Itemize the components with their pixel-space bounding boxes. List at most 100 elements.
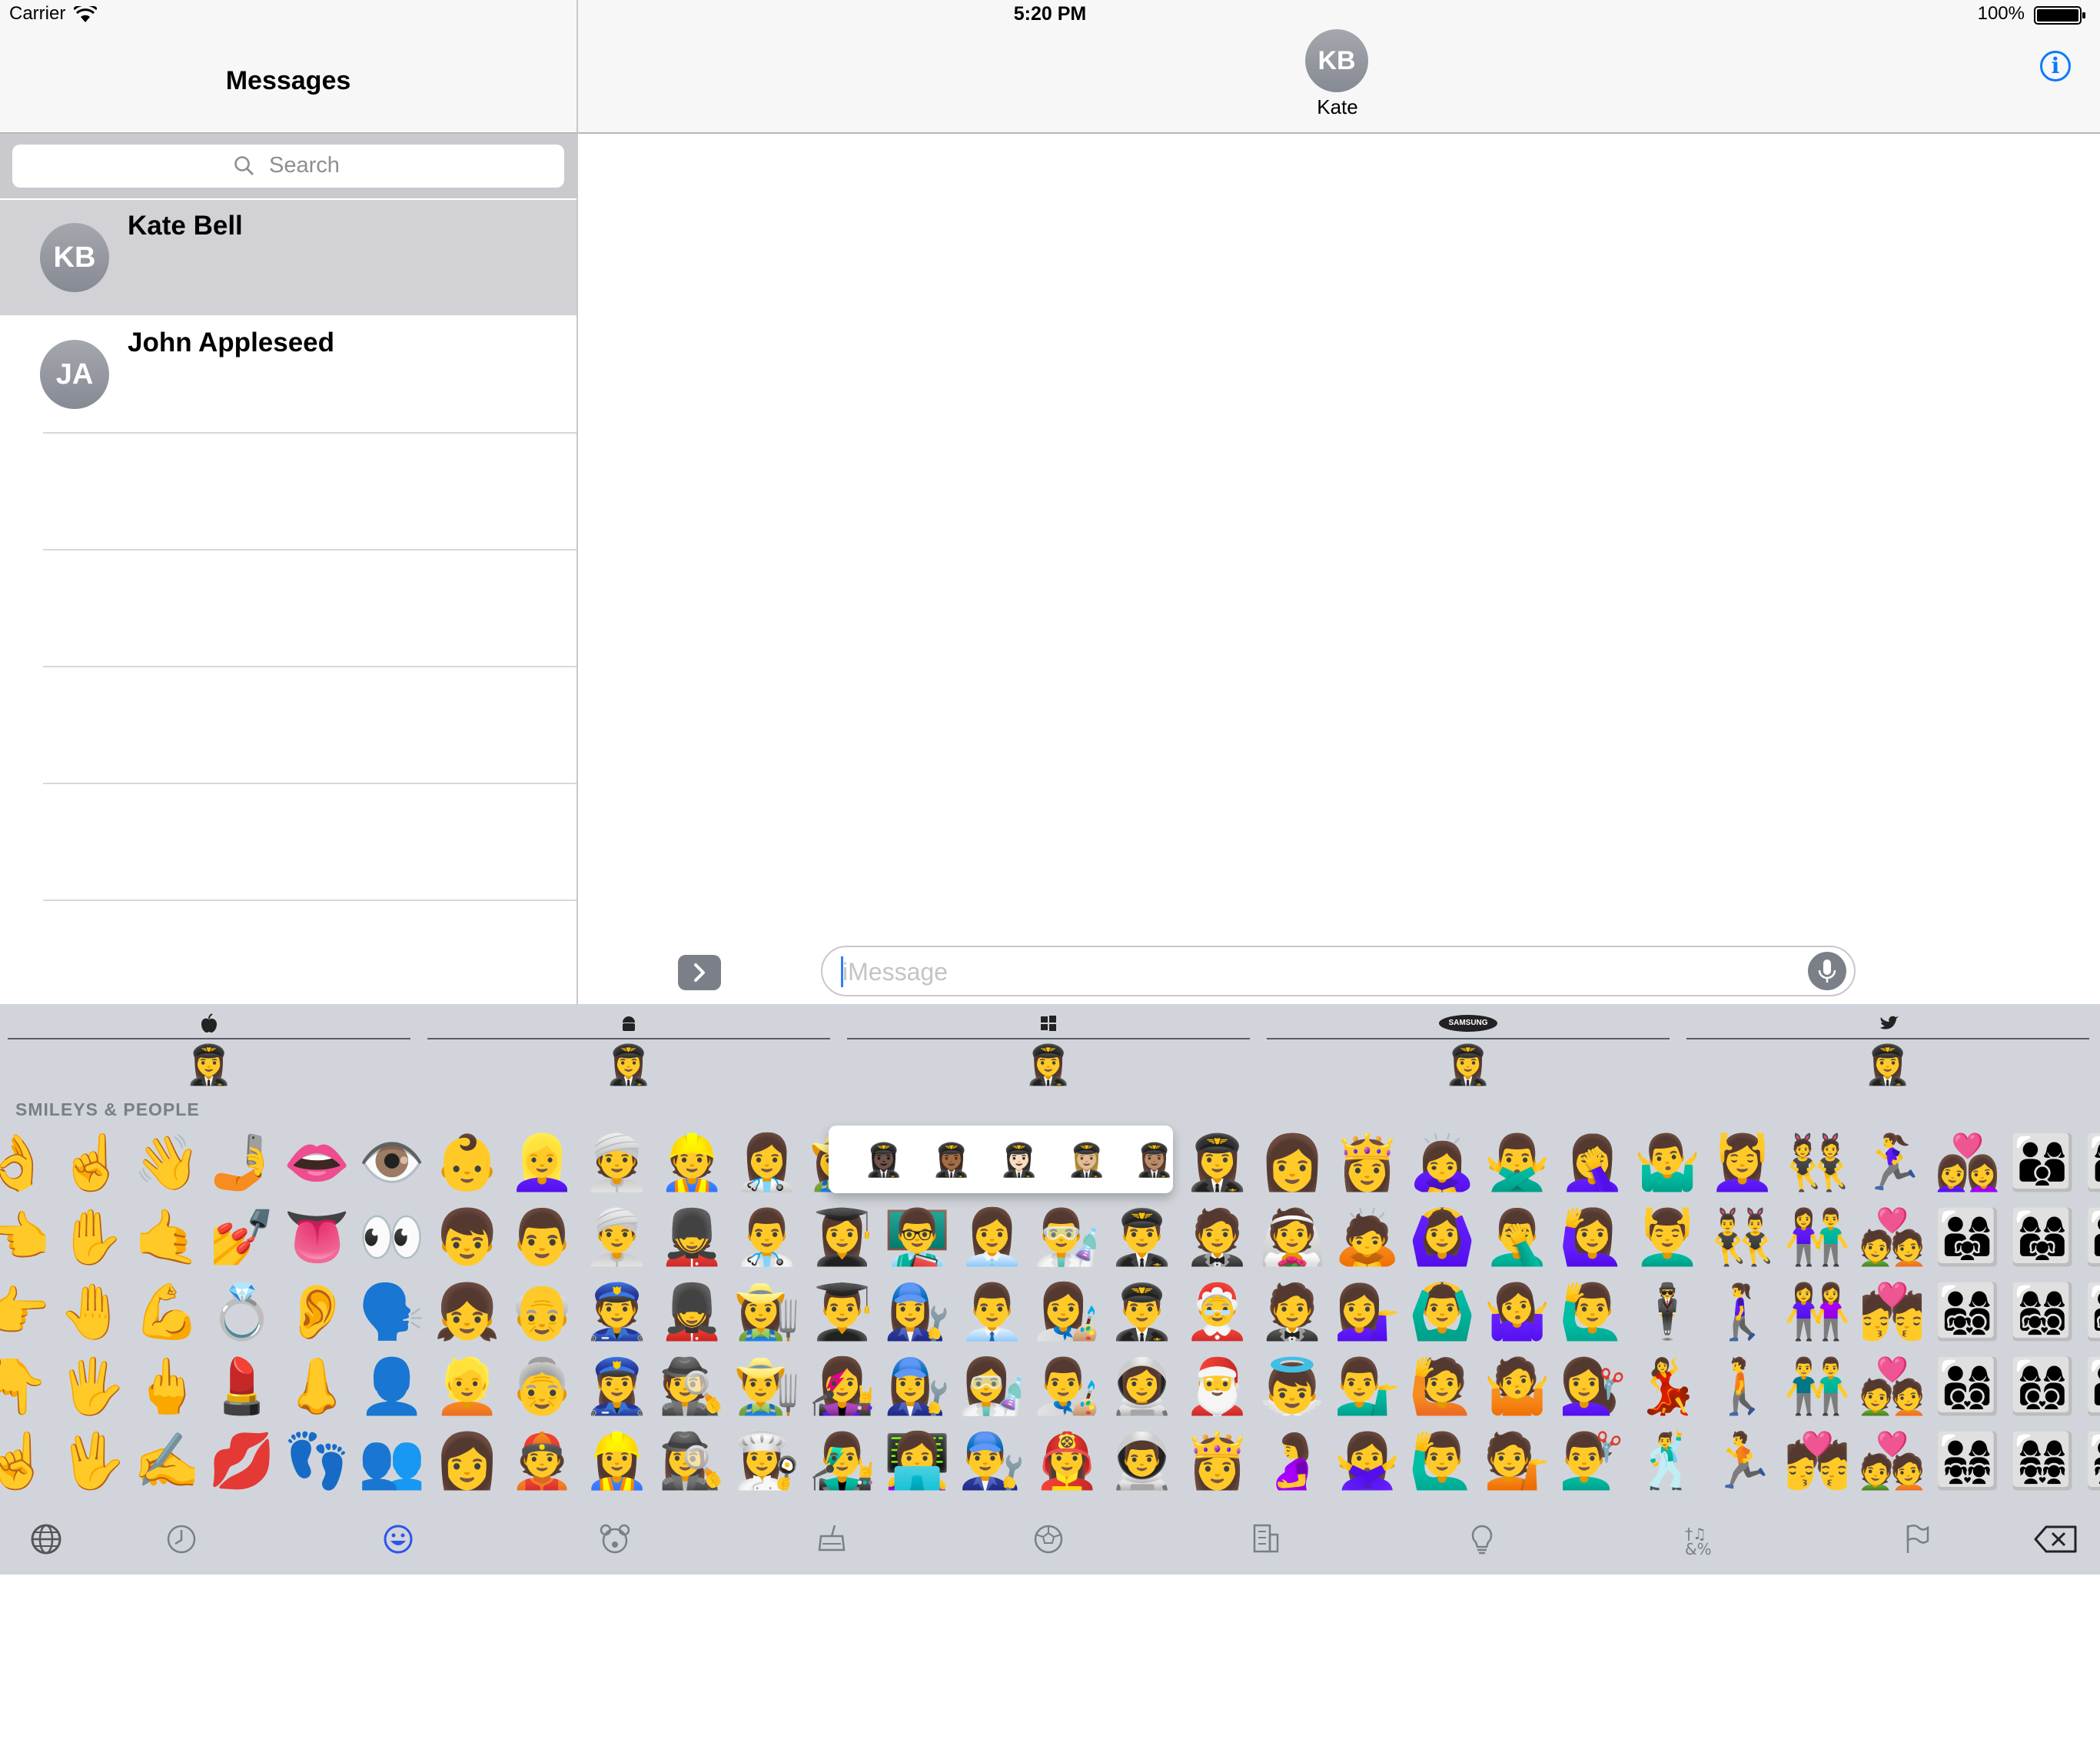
emoji-key[interactable]: 👨‍✈️: [1105, 1275, 1179, 1349]
emoji-key[interactable]: 🙋‍♂️: [1556, 1275, 1630, 1349]
emoji-key[interactable]: 👨: [505, 1200, 579, 1274]
emoji-key[interactable]: 🤦‍♂️: [1480, 1200, 1554, 1274]
dictation-button[interactable]: [1808, 952, 1846, 990]
emoji-key[interactable]: 🤦‍♀️: [1556, 1126, 1630, 1199]
emoji-key[interactable]: 👩‍⚕️: [730, 1126, 804, 1199]
emoji-key[interactable]: 💂: [655, 1200, 729, 1274]
skin-tone-option[interactable]: 👩🏻‍✈️: [996, 1139, 1042, 1181]
emoji-key[interactable]: 🤰: [1255, 1424, 1329, 1498]
bulb-icon[interactable]: [1459, 1516, 1505, 1562]
emoji-key[interactable]: 🙋: [1405, 1349, 1479, 1423]
emoji-key[interactable]: 🤵: [1181, 1200, 1254, 1274]
emoji-key[interactable]: 👩‍✈️: [1181, 1126, 1254, 1199]
emoji-key[interactable]: 👷‍♀️: [580, 1424, 654, 1498]
emoji-key[interactable]: 💄: [205, 1349, 279, 1423]
contact-avatar[interactable]: KB: [1305, 29, 1368, 92]
emoji-key[interactable]: 👩‍🚀: [1105, 1349, 1179, 1423]
emoji-key[interactable]: 👩‍🚒: [1030, 1424, 1104, 1498]
emoji-key[interactable]: 💍: [205, 1275, 279, 1349]
emoji-key[interactable]: 👇: [0, 1349, 54, 1423]
skin-tone-option[interactable]: 👩🏼‍✈️: [1064, 1139, 1110, 1181]
emoji-key[interactable]: 👣: [280, 1424, 354, 1498]
emoji-key[interactable]: 🎅: [1181, 1349, 1254, 1423]
emoji-key[interactable]: 👸: [1181, 1424, 1254, 1498]
emoji-key[interactable]: 🙅‍♀️: [1331, 1424, 1404, 1498]
emoji-key[interactable]: 👨‍👨‍👦‍👦: [2081, 1349, 2100, 1423]
emoji-key[interactable]: 🚶: [1706, 1349, 1779, 1423]
emoji-key[interactable]: 👲: [505, 1424, 579, 1498]
emoji-key[interactable]: 👸: [1331, 1126, 1404, 1199]
emoji-key[interactable]: 👨‍👨‍👧‍👧: [2081, 1424, 2100, 1498]
emoji-key[interactable]: 👩‍👩‍👦‍👦: [2005, 1349, 2079, 1423]
smiley-icon[interactable]: [375, 1516, 421, 1562]
emoji-key[interactable]: 🙆‍♂️: [1405, 1275, 1479, 1349]
vendor-samsung[interactable]: SAMSUNG 👩‍✈️: [1267, 1010, 1670, 1087]
building-icon[interactable]: [1242, 1516, 1288, 1562]
emoji-key[interactable]: 🖐️: [55, 1349, 129, 1423]
emoji-key[interactable]: 💆‍♀️: [1706, 1126, 1779, 1199]
emoji-key[interactable]: 👩‍🌾: [730, 1275, 804, 1349]
emoji-key[interactable]: 👀: [355, 1200, 429, 1274]
emoji-key[interactable]: 👨‍👩‍👧‍👦: [1931, 1275, 2005, 1349]
emoji-key[interactable]: 👨‍🏫: [880, 1200, 954, 1274]
emoji-key[interactable]: 👨‍🔧: [955, 1424, 1029, 1498]
emoji-key[interactable]: 👵: [505, 1349, 579, 1423]
bear-icon[interactable]: [592, 1516, 638, 1562]
emoji-key[interactable]: 👥: [355, 1424, 429, 1498]
emoji-key[interactable]: 👨‍👨‍👧‍👦: [2081, 1275, 2100, 1349]
emoji-key[interactable]: 💅: [205, 1200, 279, 1274]
info-button[interactable]: i: [2040, 51, 2071, 81]
emoji-key[interactable]: 🏃‍♀️: [1856, 1126, 1929, 1199]
emoji-key[interactable]: 🤳: [205, 1126, 279, 1199]
emoji-key[interactable]: 🕴️: [1630, 1275, 1704, 1349]
emoji-key[interactable]: 💁‍♀️: [1331, 1275, 1404, 1349]
emoji-key[interactable]: 🕺: [1630, 1424, 1704, 1498]
emoji-key[interactable]: 👨‍💼: [955, 1275, 1029, 1349]
emoji-key[interactable]: 👩‍👩‍👧‍👦: [2005, 1275, 2079, 1349]
emoji-key[interactable]: 💆‍♂️: [1630, 1200, 1704, 1274]
emoji-key[interactable]: 🤶: [1181, 1275, 1254, 1349]
emoji-key[interactable]: 💏: [1780, 1424, 1854, 1498]
emoji-key[interactable]: 👼: [1255, 1349, 1329, 1423]
emoji-key[interactable]: 💑: [1856, 1200, 1929, 1274]
emoji-key[interactable]: 👄: [280, 1126, 354, 1199]
emoji-key[interactable]: 🙋‍♂️: [1405, 1424, 1479, 1498]
message-input[interactable]: iMessage: [821, 946, 1856, 996]
emoji-key[interactable]: 👨‍👩‍👦: [2005, 1126, 2079, 1199]
delete-icon[interactable]: [2029, 1516, 2086, 1562]
emoji-key[interactable]: 👨‍🎨: [1030, 1349, 1104, 1423]
skin-tone-option[interactable]: 👩🏽‍✈️: [1131, 1139, 1178, 1181]
conversation-row-kate-bell[interactable]: KB Kate Bell: [0, 200, 577, 315]
emoji-key[interactable]: 🙇: [1331, 1200, 1404, 1274]
emoji-key[interactable]: 💁: [1480, 1424, 1554, 1498]
emoji-key[interactable]: 👱‍♀️: [505, 1126, 579, 1199]
flag-icon[interactable]: [1892, 1516, 1939, 1562]
emoji-key[interactable]: 🖖: [55, 1424, 129, 1498]
emoji-key[interactable]: 👮‍♀️: [580, 1349, 654, 1423]
emoji-key[interactable]: 👩‍👩‍👧: [2005, 1200, 2079, 1274]
emoji-key[interactable]: 🤷: [1480, 1349, 1554, 1423]
contact-name[interactable]: Kate: [1261, 95, 1414, 119]
emoji-key[interactable]: 🖕: [130, 1349, 204, 1423]
emoji-key[interactable]: 🏃: [1706, 1424, 1779, 1498]
emoji-key[interactable]: 💃: [1630, 1349, 1704, 1423]
emoji-key[interactable]: 👩: [430, 1424, 504, 1498]
emoji-key[interactable]: 👨‍🚀: [1105, 1424, 1179, 1498]
emoji-key[interactable]: 👰: [1255, 1200, 1329, 1274]
emoji-key[interactable]: 👷: [655, 1126, 729, 1199]
vendor-apple[interactable]: 👩‍✈️: [8, 1010, 410, 1087]
emoji-key[interactable]: 🤙: [130, 1200, 204, 1274]
emoji-key[interactable]: 👂: [280, 1275, 354, 1349]
emoji-key[interactable]: 👱: [430, 1349, 504, 1423]
emoji-key[interactable]: ✍️: [130, 1424, 204, 1498]
emoji-key[interactable]: 👈: [0, 1200, 54, 1274]
emoji-key[interactable]: 👋: [130, 1126, 204, 1199]
emoji-key[interactable]: 👩: [1255, 1126, 1329, 1199]
ball-icon[interactable]: [1025, 1516, 1072, 1562]
emoji-key[interactable]: 👨‍👩‍👧: [1931, 1200, 2005, 1274]
emoji-key[interactable]: 👨‍👩‍👦‍👦: [1931, 1349, 2005, 1423]
emoji-key[interactable]: 👨‍✈️: [1105, 1200, 1179, 1274]
emoji-key[interactable]: 👫: [1780, 1200, 1854, 1274]
emoji-key[interactable]: 💏: [1856, 1275, 1929, 1349]
emoji-key[interactable]: 🕵️‍♀️: [655, 1424, 729, 1498]
